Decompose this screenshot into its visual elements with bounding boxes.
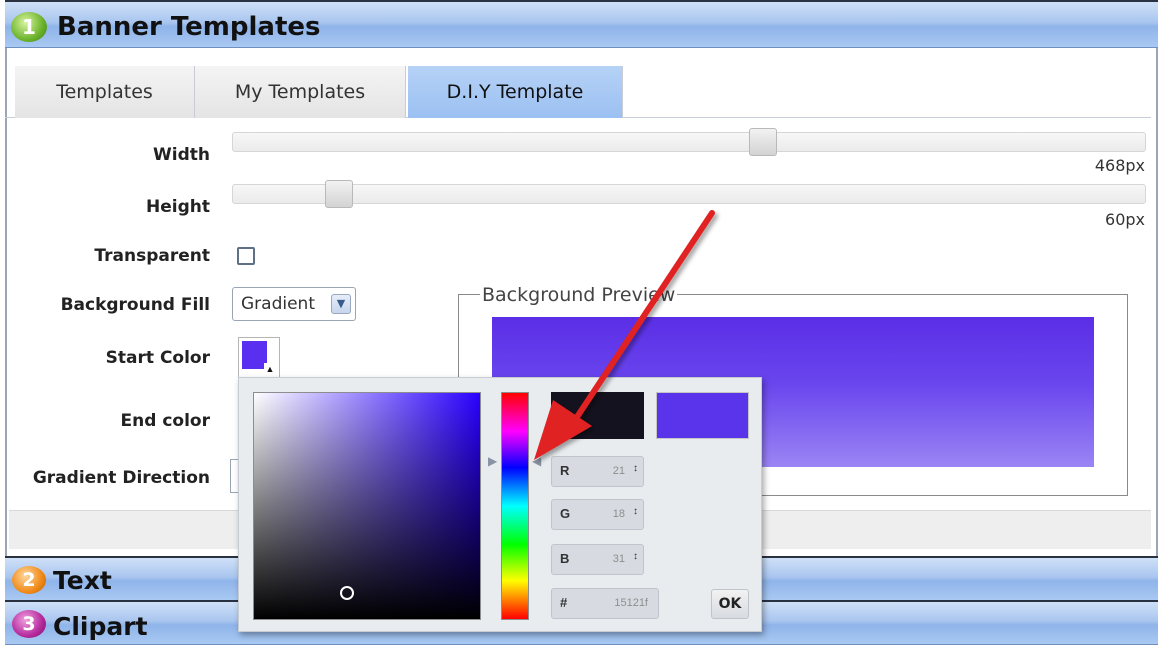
spinner-icon[interactable]: ↕: [633, 463, 638, 474]
background-preview-legend: Background Preview: [480, 284, 678, 306]
section-title: Clipart: [53, 612, 148, 641]
spinner-icon[interactable]: ↕: [633, 506, 638, 517]
start-color-swatch[interactable]: ▲: [238, 337, 280, 379]
blue-label: B: [560, 551, 570, 566]
height-value: 60px: [1105, 210, 1145, 229]
height-slider[interactable]: [232, 180, 1146, 208]
red-label: R: [560, 463, 570, 478]
hex-field[interactable]: # 15121f: [551, 588, 659, 619]
tab-templates[interactable]: Templates: [15, 66, 195, 118]
width-slider[interactable]: [232, 128, 1146, 156]
background-fill-select[interactable]: Gradient ▼: [232, 287, 356, 321]
caret-up-icon: ▲: [264, 363, 276, 375]
green-label: G: [560, 506, 571, 521]
color-picker-popup: ▶ ◀ R 21 ↕ G 18 ↕ B 31 ↕ # 15121f OK: [238, 377, 762, 632]
width-slider-handle[interactable]: [749, 128, 777, 156]
start-color-label: Start Color: [105, 348, 210, 368]
step-badge-1: 1: [11, 12, 47, 42]
template-tabs: Templates My Templates D.I.Y Template: [5, 66, 1151, 118]
section-title: Banner Templates: [57, 12, 321, 42]
hue-slider[interactable]: [501, 392, 529, 620]
blue-field[interactable]: B 31 ↕: [551, 544, 644, 575]
green-field[interactable]: G 18 ↕: [551, 499, 644, 530]
gradient-direction-label: Gradient Direction: [32, 468, 210, 488]
hue-pointer-right-icon: ◀: [532, 454, 542, 468]
width-value: 468px: [1094, 156, 1145, 175]
background-fill-value: Gradient: [241, 294, 315, 314]
height-label: Height: [146, 197, 210, 217]
red-field[interactable]: R 21 ↕: [551, 456, 644, 487]
chevron-down-icon[interactable]: ▼: [331, 294, 351, 314]
hex-value[interactable]: 15121f: [614, 597, 648, 609]
hex-label: #: [560, 595, 568, 610]
new-color-preview: [551, 392, 644, 439]
tab-my-templates[interactable]: My Templates: [195, 66, 406, 118]
red-value[interactable]: 21: [613, 465, 625, 477]
step-badge-2: 2: [12, 566, 46, 594]
section-header-banner-templates[interactable]: 1 Banner Templates: [5, 0, 1158, 48]
transparent-label: Transparent: [94, 246, 210, 266]
spinner-icon[interactable]: ↕: [633, 551, 638, 562]
tab-diy-template[interactable]: D.I.Y Template: [408, 66, 623, 118]
color-cursor[interactable]: [340, 586, 354, 600]
step-badge-3: 3: [12, 610, 46, 638]
section-title: Text: [53, 566, 112, 595]
current-color-preview[interactable]: [656, 392, 749, 439]
background-fill-label: Background Fill: [60, 295, 210, 315]
hue-pointer-left-icon: ▶: [488, 454, 498, 468]
blue-value[interactable]: 31: [613, 553, 625, 565]
height-slider-handle[interactable]: [325, 180, 353, 208]
end-color-label: End color: [120, 411, 210, 431]
saturation-brightness-area[interactable]: [253, 392, 481, 620]
width-label: Width: [153, 145, 210, 165]
green-value[interactable]: 18: [613, 508, 625, 520]
transparent-checkbox[interactable]: [237, 247, 255, 265]
ok-button[interactable]: OK: [711, 589, 749, 619]
